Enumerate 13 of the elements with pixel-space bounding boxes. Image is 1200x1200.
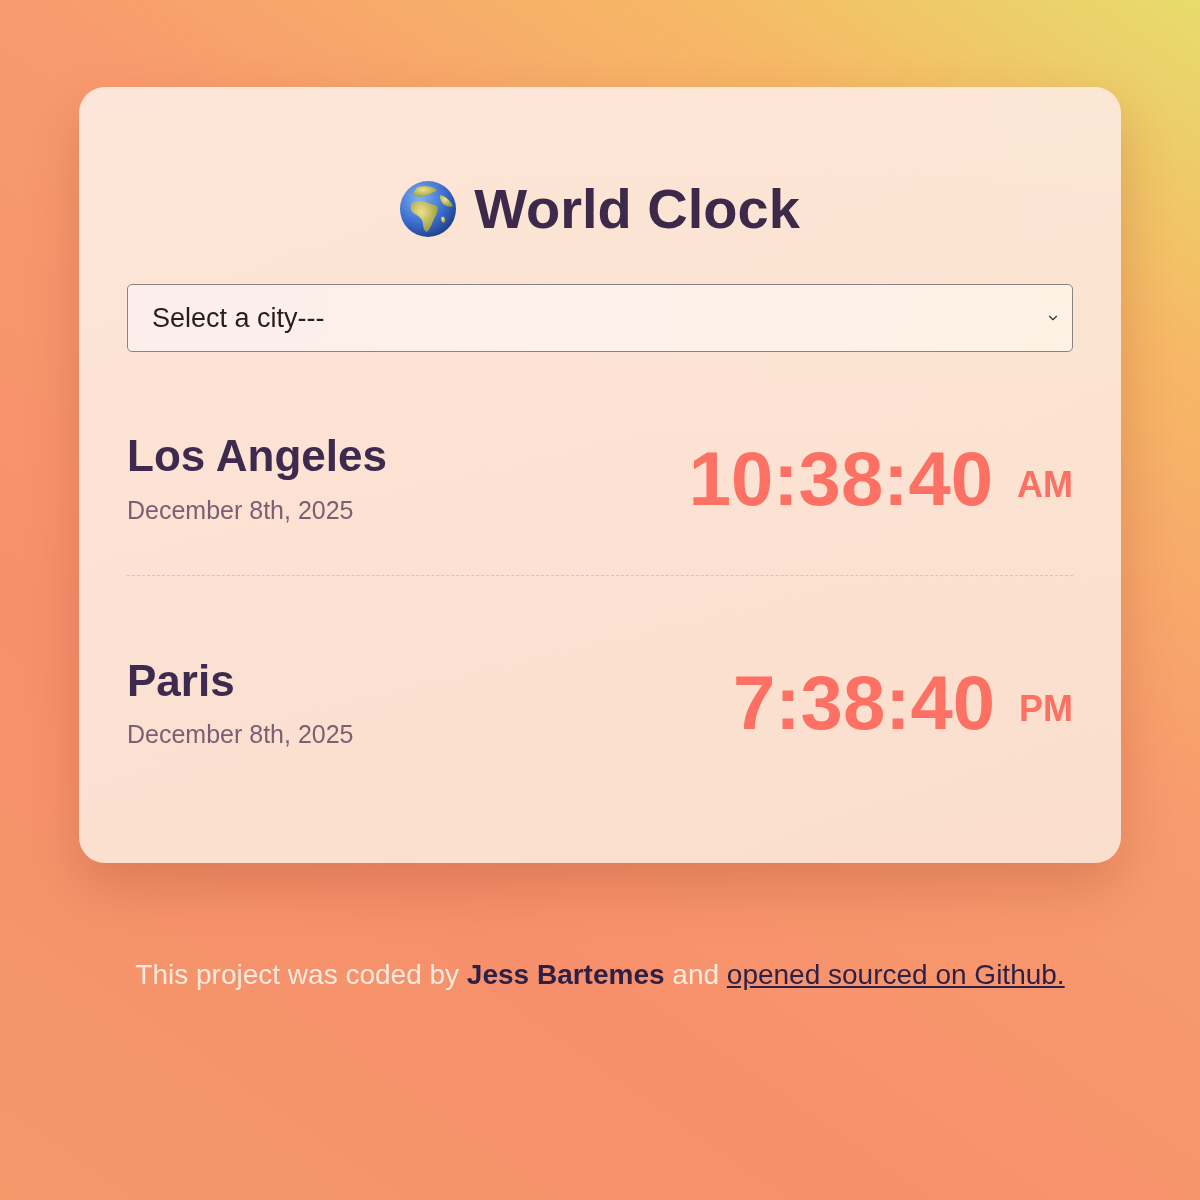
am-pm-label: PM xyxy=(1019,688,1073,729)
am-pm-label: AM xyxy=(1017,464,1073,505)
city-date: December 8th, 2025 xyxy=(127,494,355,525)
globe-icon xyxy=(400,180,457,237)
github-link[interactable]: opened sourced on Github. xyxy=(726,959,1065,990)
city-select[interactable]: Select a city--- xyxy=(127,284,1073,353)
clock-time: 7:38:40 xyxy=(733,660,995,745)
clock-time: 10:38:40 xyxy=(688,436,993,521)
city-name: Los Angeles xyxy=(127,432,387,481)
city-date: December 8th, 2025 xyxy=(127,718,354,749)
app-title: World Clock xyxy=(474,176,800,242)
credit-text: This project was coded by Jess Bartemes and opened sourced on Github. xyxy=(135,958,1065,992)
city-name: Paris xyxy=(127,656,236,705)
